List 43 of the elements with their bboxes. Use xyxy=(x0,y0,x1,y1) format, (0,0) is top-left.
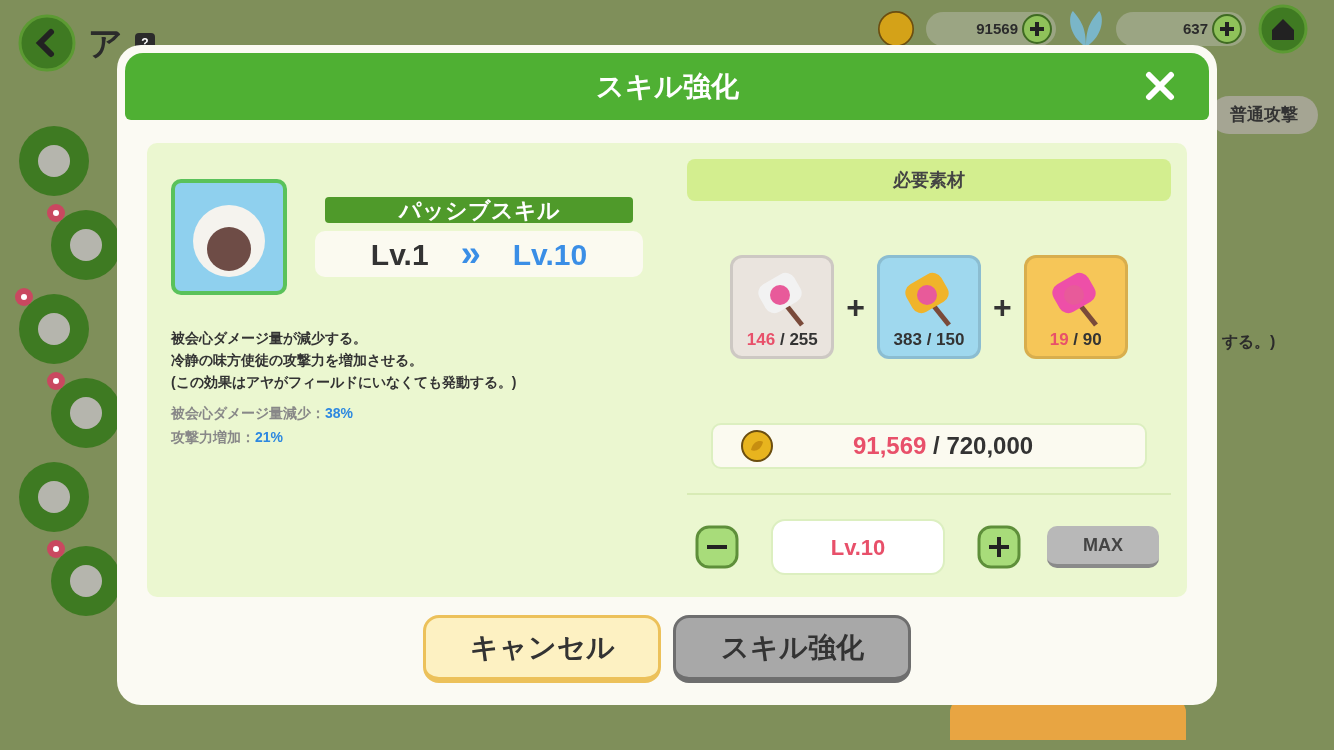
material-count: 19 / 90 xyxy=(1049,328,1102,351)
menu-item-button[interactable] xyxy=(18,461,90,533)
target-level: Lv.10 xyxy=(512,236,588,273)
skill-stat: 攻撃力増加：21% xyxy=(171,428,285,447)
minus-button[interactable] xyxy=(695,525,739,569)
plus-button[interactable] xyxy=(977,525,1021,569)
skill-stat: 被会心ダメージ量減少：38% xyxy=(171,404,355,423)
materials-header: 必要素材 xyxy=(687,159,1171,201)
coin-icon xyxy=(878,11,914,47)
cancel-button[interactable]: キャンセル xyxy=(423,615,661,683)
skill-description-text: する。) xyxy=(1222,332,1276,352)
material-item[interactable]: 19 / 90 xyxy=(1023,255,1128,359)
cost-amount: 91,569 / 720,000 xyxy=(853,431,1034,461)
character-name: ア xyxy=(88,22,123,64)
coin-icon xyxy=(741,430,773,462)
close-icon[interactable] xyxy=(1145,71,1175,101)
currency-amount: 91569 xyxy=(976,18,1018,39)
notification-badge-icon xyxy=(46,371,66,391)
notification-badge-icon xyxy=(46,539,66,559)
menu-item-button[interactable] xyxy=(18,293,90,365)
level-arrow: » xyxy=(460,236,481,272)
material-item[interactable]: 383 / 150 xyxy=(877,255,981,359)
dialog-title: スキル強化 xyxy=(595,69,739,104)
material-item[interactable]: 146 / 255 xyxy=(730,255,835,359)
current-level: Lv.1 xyxy=(370,236,429,273)
plus-sign: + xyxy=(993,288,1012,327)
level-field[interactable]: Lv.10 xyxy=(771,519,945,575)
notification-badge-icon xyxy=(46,203,66,223)
skill-description-line: (この効果はアヤがフィールドにいなくても発動する。) xyxy=(171,373,518,392)
home-button[interactable] xyxy=(1258,4,1308,54)
material-count: 383 / 150 xyxy=(893,328,965,351)
skill-description-line: 冷静の味方使徒の攻撃力を増加させる。 xyxy=(171,351,424,370)
max-button[interactable]: MAX xyxy=(1047,526,1159,568)
skill-description-line: 被会心ダメージ量が減少する。 xyxy=(171,329,368,348)
currency-amount: 637 xyxy=(1182,18,1208,39)
material-count: 146 / 255 xyxy=(746,328,818,351)
menu-item-button[interactable] xyxy=(18,125,90,197)
skill-type-label: パッシブスキル xyxy=(325,197,633,223)
notification-badge-icon xyxy=(14,287,34,307)
back-button[interactable] xyxy=(18,14,76,72)
add-button[interactable] xyxy=(1022,14,1052,44)
add-button[interactable] xyxy=(1212,14,1242,44)
plus-sign: + xyxy=(846,288,865,327)
